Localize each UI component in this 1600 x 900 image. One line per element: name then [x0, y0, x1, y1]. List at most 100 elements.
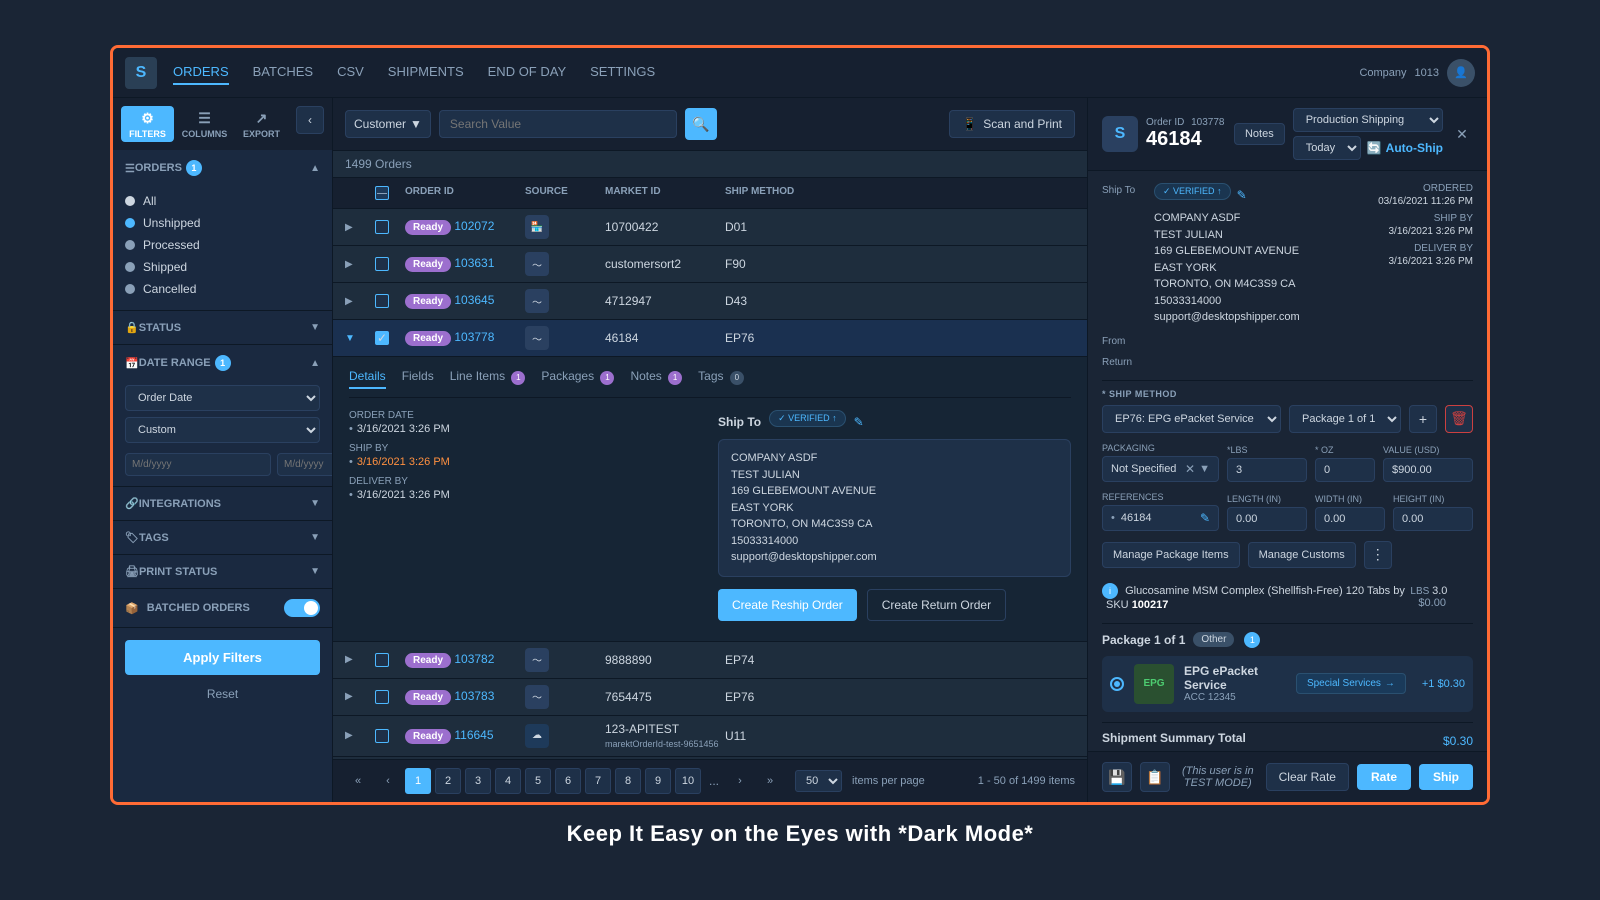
table-row[interactable]: ▶ Ready 102072 🏪 10700422 D01 — [333, 209, 1087, 246]
detail-tab-tags[interactable]: Tags 0 — [698, 369, 744, 389]
edit-icon[interactable]: ✎ — [854, 415, 864, 429]
orders-section-header[interactable]: ☰ ORDERS 1 ▲ — [113, 150, 332, 186]
integrations-header[interactable]: 🔗 INTEGRATIONS ▼ — [113, 487, 332, 520]
sidebar-collapse-btn[interactable]: ‹ — [296, 106, 324, 134]
page-7[interactable]: 7 — [585, 768, 611, 794]
batched-orders-header[interactable]: 📦 BATCHED ORDERS — [113, 589, 332, 627]
date-to-input[interactable] — [277, 453, 333, 476]
select-all-checkbox[interactable]: — — [375, 186, 389, 200]
order-link[interactable]: 116645 — [454, 728, 493, 742]
page-5[interactable]: 5 — [525, 768, 551, 794]
table-row[interactable]: ▶ Ready 103631 〜 customersort2 F90 — [333, 246, 1087, 283]
expand-arrow[interactable]: ▶ — [345, 222, 375, 233]
page-9[interactable]: 9 — [645, 768, 671, 794]
order-link[interactable]: 102072 — [454, 219, 494, 233]
order-link[interactable]: 103778 — [454, 330, 494, 344]
manage-package-items-button[interactable]: Manage Package Items — [1102, 542, 1240, 568]
print-status-header[interactable]: 🖨 PRINT STATUS ▼ — [113, 555, 332, 588]
order-link[interactable]: 103645 — [454, 293, 494, 307]
filter-by-select[interactable]: Customer ▼ — [345, 110, 431, 138]
length-input[interactable] — [1227, 507, 1307, 531]
package-select[interactable]: Package 1 of 1 — [1289, 405, 1401, 433]
nav-csv[interactable]: CSV — [337, 60, 364, 85]
expand-arrow[interactable]: ▶ — [345, 259, 375, 270]
order-link[interactable]: 103631 — [454, 256, 494, 270]
shipping-provider-select[interactable]: Production Shipping — [1293, 108, 1443, 132]
reship-button[interactable]: Create Reship Order — [718, 589, 857, 621]
table-row[interactable]: ▶ Ready 103645 〜 4712947 D43 — [333, 283, 1087, 320]
page-2[interactable]: 2 — [435, 768, 461, 794]
value-input[interactable] — [1383, 458, 1473, 482]
nav-orders[interactable]: ORDERS — [173, 60, 229, 85]
delete-package-button[interactable]: 🗑 — [1445, 405, 1473, 433]
date-range-header[interactable]: 📅 DATE RANGE 1 ▲ — [113, 345, 332, 381]
save-icon-button[interactable]: 💾 — [1102, 762, 1132, 792]
detail-tab-lineitems[interactable]: Line Items 1 — [450, 369, 526, 389]
expand-arrow[interactable]: ▶ — [345, 730, 375, 741]
detail-tab-packages[interactable]: Packages 1 — [541, 369, 614, 389]
table-row[interactable]: ▶ Ready 103782 〜 9888890 EP74 — [333, 642, 1087, 679]
more-options-button[interactable]: ⋮ — [1364, 541, 1392, 569]
table-row-selected[interactable]: ▼ ✓ Ready 103778 〜 46184 EP76 — [333, 320, 1087, 357]
detail-tab-fields[interactable]: Fields — [402, 369, 434, 389]
table-row[interactable]: ▶ Ready 116645 ☁ 123-APITESTmarektOrderI… — [333, 716, 1087, 757]
rate-button[interactable]: Rate — [1357, 764, 1411, 790]
tags-header[interactable]: 🏷 TAGS ▼ — [113, 521, 332, 554]
tab-filters[interactable]: ⚙ FILTERS — [121, 106, 174, 142]
tab-columns[interactable]: ☰ COLUMNS — [178, 106, 231, 142]
notes-button[interactable]: Notes — [1234, 123, 1285, 145]
avatar[interactable]: 👤 — [1447, 59, 1475, 87]
page-3[interactable]: 3 — [465, 768, 491, 794]
page-8[interactable]: 8 — [615, 768, 641, 794]
height-input[interactable] — [1393, 507, 1473, 531]
search-input[interactable] — [439, 110, 677, 138]
copy-icon-button[interactable]: 📋 — [1140, 762, 1170, 792]
special-services-button[interactable]: Special Services → — [1296, 673, 1406, 694]
expand-arrow[interactable]: ▼ — [345, 333, 375, 344]
nav-end-of-day[interactable]: END OF DAY — [488, 60, 567, 85]
row-checkbox[interactable] — [375, 653, 389, 667]
page-last[interactable]: » — [757, 768, 783, 794]
detail-tab-notes[interactable]: Notes 1 — [630, 369, 682, 389]
scan-and-print-button[interactable]: 📱 Scan and Print — [949, 110, 1075, 138]
search-button[interactable]: 🔍 — [685, 108, 717, 140]
manage-customs-button[interactable]: Manage Customs — [1248, 542, 1356, 568]
references-edit[interactable]: ✎ — [1200, 511, 1210, 525]
page-10[interactable]: 10 — [675, 768, 701, 794]
oz-input[interactable] — [1315, 458, 1375, 482]
filter-unshipped[interactable]: Unshipped — [125, 212, 320, 234]
app-logo[interactable]: S — [125, 57, 157, 89]
row-checkbox[interactable] — [375, 257, 389, 271]
nav-batches[interactable]: BATCHES — [253, 60, 313, 85]
page-prev[interactable]: ‹ — [375, 768, 401, 794]
return-button[interactable]: Create Return Order — [867, 589, 1006, 621]
reset-button[interactable]: Reset — [113, 687, 332, 709]
filter-cancelled[interactable]: Cancelled — [125, 278, 320, 300]
apply-filters-button[interactable]: Apply Filters — [125, 640, 320, 675]
page-first[interactable]: « — [345, 768, 371, 794]
date-type-select[interactable]: Order Date — [125, 385, 320, 411]
table-row[interactable]: ▶ Ready 103783 〜 7654475 EP76 — [333, 679, 1087, 716]
date-select[interactable]: Today — [1293, 136, 1361, 160]
page-6[interactable]: 6 — [555, 768, 581, 794]
nav-settings[interactable]: SETTINGS — [590, 60, 655, 85]
page-4[interactable]: 4 — [495, 768, 521, 794]
row-checkbox[interactable]: ✓ — [375, 331, 389, 345]
width-input[interactable] — [1315, 507, 1385, 531]
ship-button[interactable]: Ship — [1419, 764, 1473, 790]
ship-method-select[interactable]: EP76: EPG ePacket Service — [1102, 405, 1281, 433]
page-next[interactable]: › — [727, 768, 753, 794]
row-checkbox[interactable] — [375, 690, 389, 704]
date-preset-select[interactable]: Custom — [125, 417, 320, 443]
row-checkbox[interactable] — [375, 729, 389, 743]
expand-arrow[interactable]: ▶ — [345, 691, 375, 702]
clear-packaging-button[interactable]: ✕ — [1185, 462, 1195, 476]
items-per-page-select[interactable]: 50 — [795, 770, 842, 792]
row-checkbox[interactable] — [375, 294, 389, 308]
clear-rate-button[interactable]: Clear Rate — [1266, 763, 1349, 791]
order-link[interactable]: 103782 — [454, 652, 494, 666]
page-1[interactable]: 1 — [405, 768, 431, 794]
right-edit-icon[interactable]: ✎ — [1237, 188, 1247, 202]
row-checkbox[interactable] — [375, 220, 389, 234]
nav-shipments[interactable]: SHIPMENTS — [388, 60, 464, 85]
